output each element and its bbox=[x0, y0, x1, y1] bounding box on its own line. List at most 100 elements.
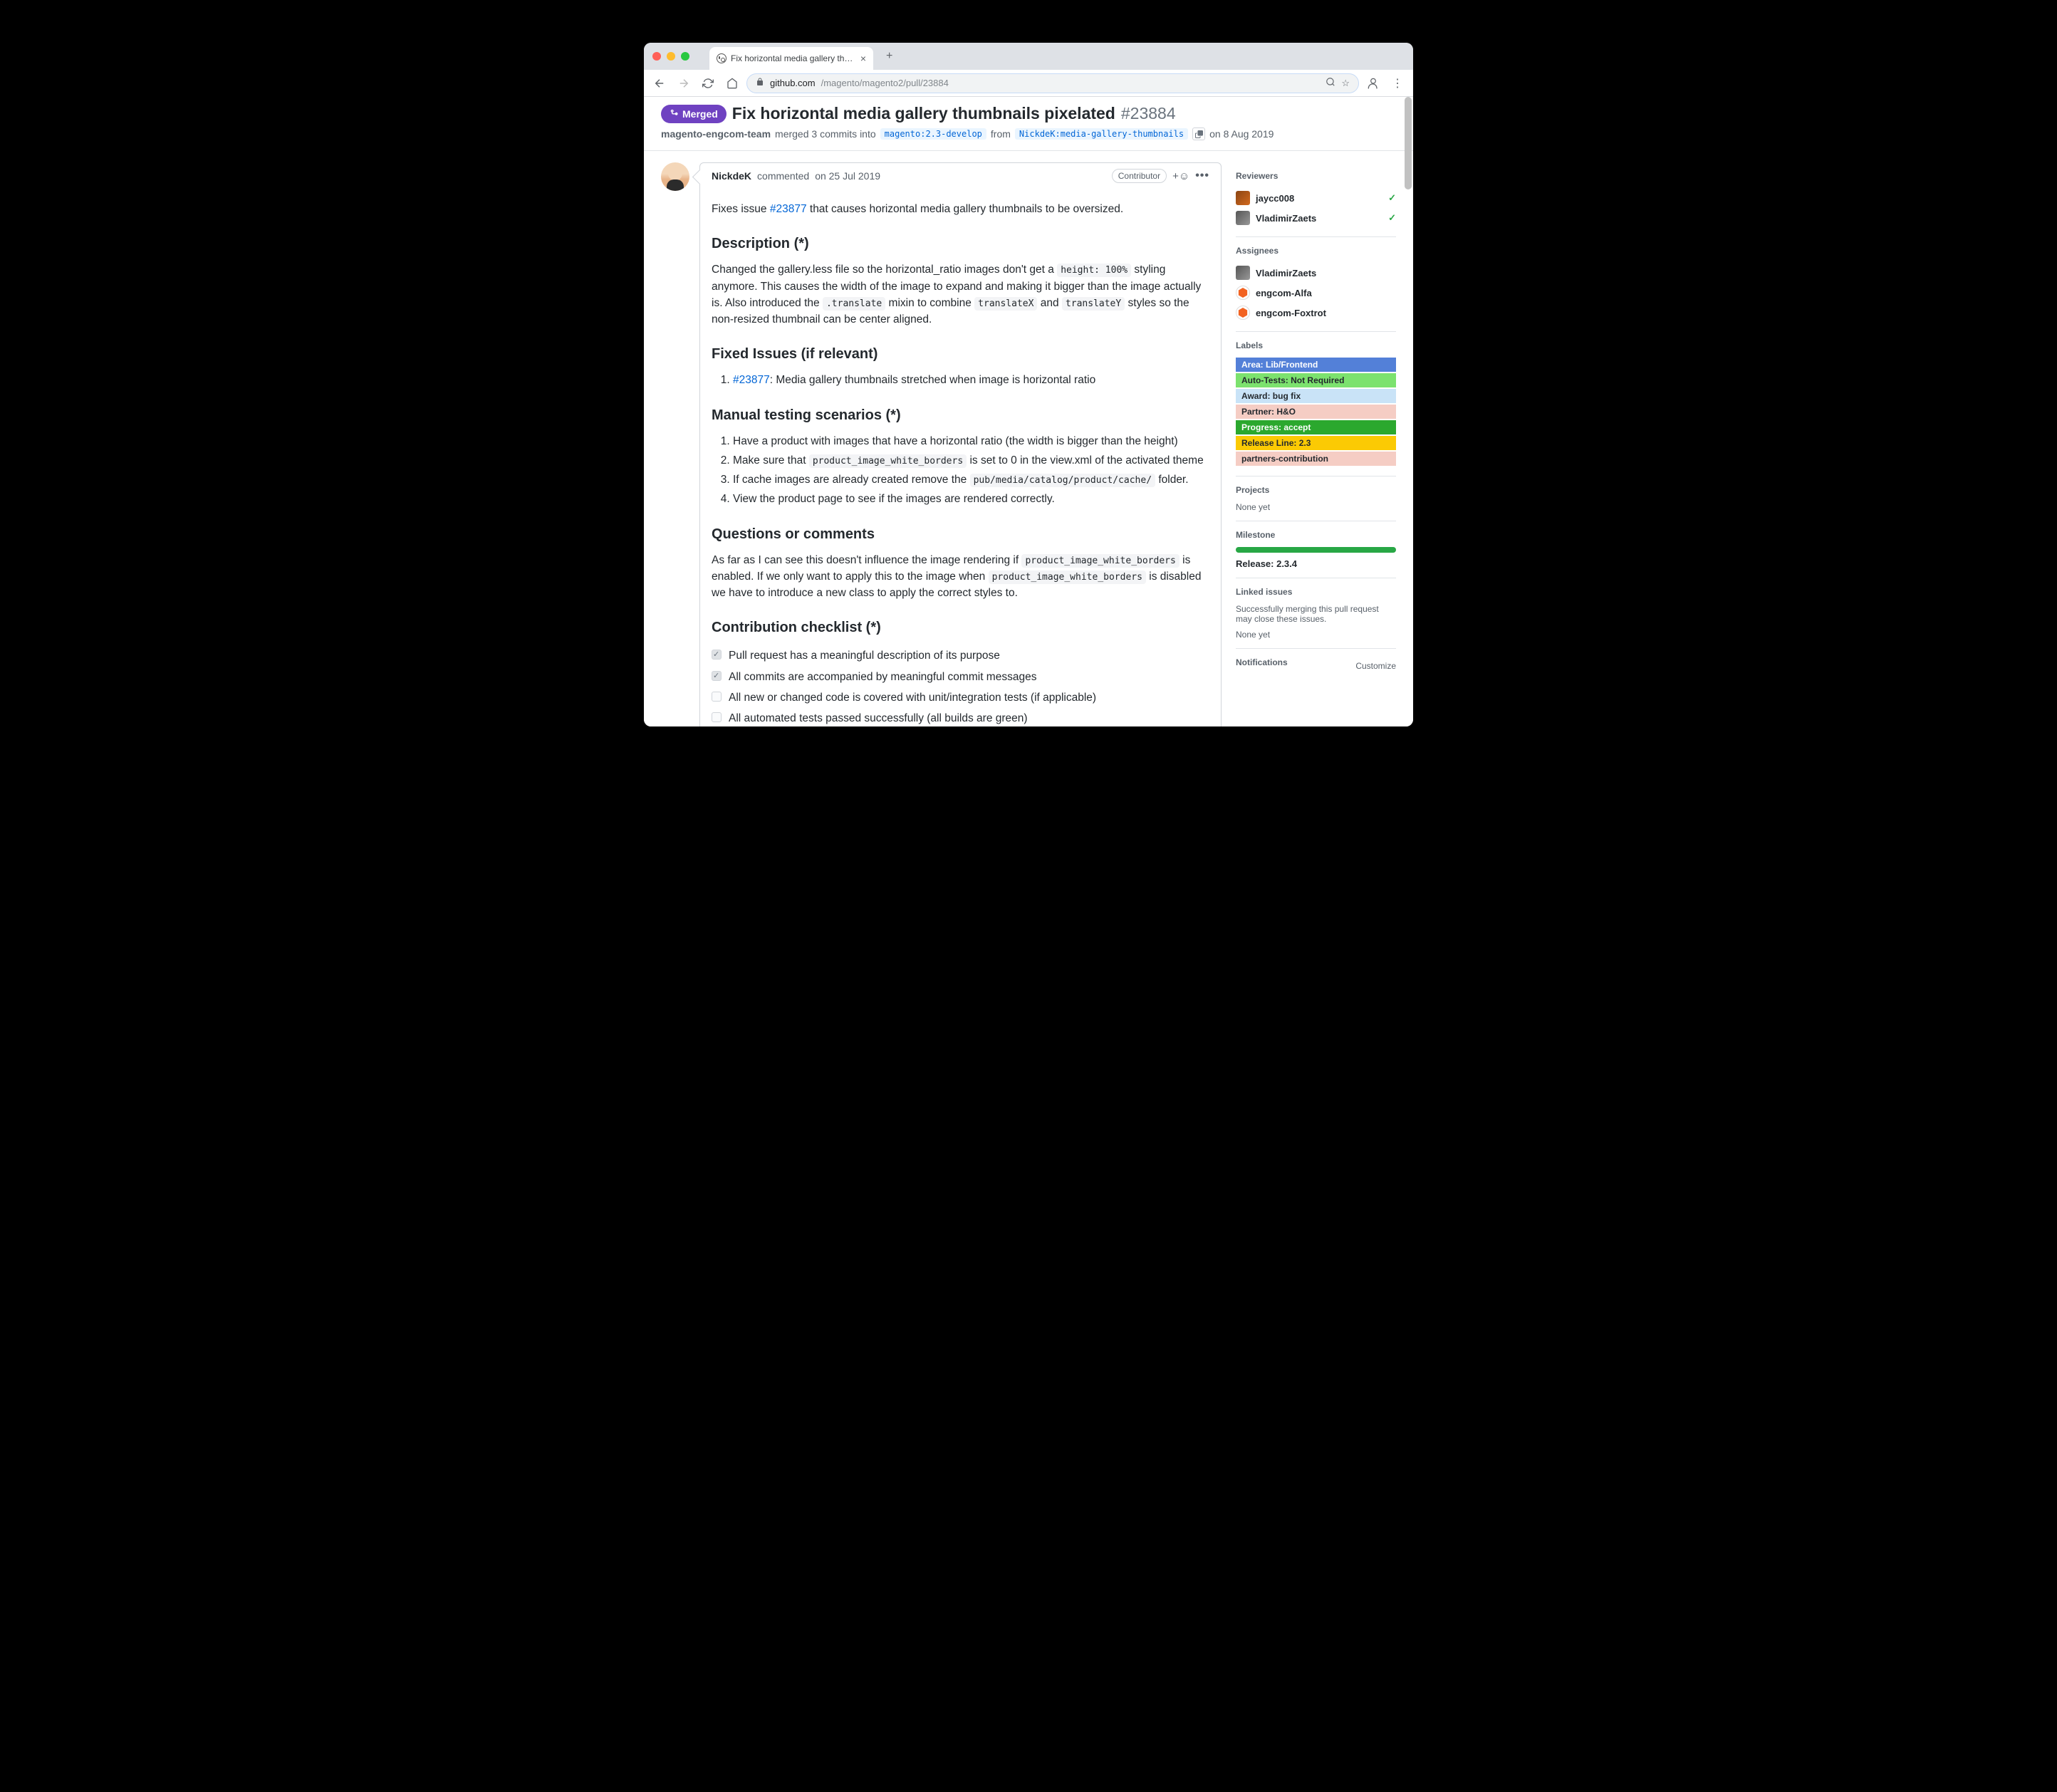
reviewers-heading: Reviewers bbox=[1236, 171, 1396, 181]
author-role-badge: Contributor bbox=[1112, 169, 1167, 183]
assignee-item[interactable]: VladimirZaets bbox=[1236, 263, 1396, 283]
checklist-heading: Contribution checklist (*) bbox=[712, 617, 1209, 638]
copy-branch-icon[interactable] bbox=[1192, 127, 1205, 140]
profile-button[interactable] bbox=[1363, 73, 1383, 93]
pr-title-text: Fix horizontal media gallery thumbnails … bbox=[732, 104, 1115, 123]
nav-back-button[interactable] bbox=[650, 73, 670, 93]
pr-state-text: Merged bbox=[682, 108, 718, 120]
linked-issues-heading: Linked issues bbox=[1236, 587, 1396, 597]
projects-heading: Projects bbox=[1236, 485, 1396, 495]
checkbox-icon[interactable] bbox=[712, 671, 722, 681]
checkbox-icon[interactable] bbox=[712, 712, 722, 722]
assignee-item[interactable]: engcom-Alfa bbox=[1236, 283, 1396, 303]
label-badge[interactable]: Award: bug fix bbox=[1236, 389, 1396, 403]
assignees-heading: Assignees bbox=[1236, 246, 1396, 256]
add-reaction-button[interactable]: +☺ bbox=[1172, 170, 1189, 182]
bot-icon bbox=[1236, 286, 1250, 300]
assignee-item[interactable]: engcom-Foxtrot bbox=[1236, 303, 1396, 323]
from-text: from bbox=[991, 128, 1011, 140]
checkbox-icon[interactable] bbox=[712, 650, 722, 660]
test-step: View the product page to see if the imag… bbox=[733, 491, 1209, 507]
customize-link[interactable]: Customize bbox=[1355, 661, 1396, 671]
test-step: If cache images are already created remo… bbox=[733, 472, 1209, 488]
reviewers-section: Reviewers jaycc008✓ VladimirZaets✓ bbox=[1236, 162, 1396, 237]
label-badge[interactable]: Area: Lib/Frontend bbox=[1236, 358, 1396, 372]
window-titlebar: Fix horizontal media gallery thumbnails … bbox=[644, 43, 1413, 70]
tab-close-icon[interactable]: × bbox=[860, 53, 866, 64]
test-step: Make sure that product_image_white_borde… bbox=[733, 452, 1209, 469]
bookmark-star-icon[interactable]: ☆ bbox=[1341, 78, 1350, 89]
milestone-section: Milestone Release: 2.3.4 bbox=[1236, 521, 1396, 578]
linked-issues-desc: Successfully merging this pull request m… bbox=[1236, 604, 1396, 624]
scrollbar-track[interactable] bbox=[1403, 97, 1413, 726]
window-close-button[interactable] bbox=[652, 52, 661, 61]
comment-author[interactable]: NickdeK bbox=[712, 170, 751, 182]
new-tab-button[interactable]: + bbox=[879, 50, 900, 63]
nav-forward-button[interactable] bbox=[674, 73, 694, 93]
scrollbar-thumb[interactable] bbox=[1405, 97, 1412, 189]
issue-link[interactable]: #23877 bbox=[770, 203, 807, 215]
description-heading: Description (*) bbox=[712, 233, 1209, 254]
projects-none: None yet bbox=[1236, 502, 1396, 512]
browser-window: Fix horizontal media gallery thumbnails … bbox=[644, 43, 1413, 726]
pr-merger[interactable]: magento-engcom-team bbox=[661, 128, 771, 140]
window-fullscreen-button[interactable] bbox=[681, 52, 689, 61]
labels-section: Labels Area: Lib/Frontend Auto-Tests: No… bbox=[1236, 332, 1396, 476]
avatar bbox=[1236, 191, 1250, 205]
lock-icon bbox=[756, 78, 764, 88]
reviewer-item[interactable]: jaycc008✓ bbox=[1236, 188, 1396, 208]
pr-merge-text: merged 3 commits into bbox=[775, 128, 876, 140]
milestone-name[interactable]: Release: 2.3.4 bbox=[1236, 558, 1396, 569]
label-badge[interactable]: partners-contribution bbox=[1236, 452, 1396, 466]
approved-check-icon: ✓ bbox=[1388, 192, 1396, 204]
pr-header: Merged Fix horizontal media gallery thum… bbox=[644, 97, 1413, 151]
author-avatar[interactable] bbox=[661, 162, 689, 191]
page-content: Merged Fix horizontal media gallery thum… bbox=[644, 97, 1413, 726]
nav-reload-button[interactable] bbox=[698, 73, 718, 93]
pr-sidebar: Reviewers jaycc008✓ VladimirZaets✓ Assig… bbox=[1236, 162, 1396, 726]
labels-heading: Labels bbox=[1236, 340, 1396, 350]
comment-menu-button[interactable]: ••• bbox=[1195, 170, 1209, 182]
fixed-issue-item: #23877: Media gallery thumbnails stretch… bbox=[733, 372, 1209, 388]
contribution-checklist: Pull request has a meaningful descriptio… bbox=[712, 645, 1209, 726]
url-host: github.com bbox=[770, 78, 816, 88]
bot-icon bbox=[1236, 306, 1250, 320]
milestone-heading: Milestone bbox=[1236, 530, 1396, 540]
pr-meta: magento-engcom-team merged 3 commits int… bbox=[661, 127, 1396, 140]
fixed-issue-link[interactable]: #23877 bbox=[733, 374, 770, 386]
label-badge[interactable]: Partner: H&O bbox=[1236, 405, 1396, 419]
browser-menu-button[interactable]: ⋮ bbox=[1387, 73, 1407, 93]
projects-section: Projects None yet bbox=[1236, 476, 1396, 521]
checkbox-icon[interactable] bbox=[712, 692, 722, 702]
nav-home-button[interactable] bbox=[722, 73, 742, 93]
questions-heading: Questions or comments bbox=[712, 523, 1209, 545]
url-path: /magento/magento2/pull/23884 bbox=[821, 78, 949, 88]
window-minimize-button[interactable] bbox=[667, 52, 675, 61]
notifications-section: Notifications Customize bbox=[1236, 649, 1396, 683]
approved-check-icon: ✓ bbox=[1388, 212, 1396, 224]
label-badge[interactable]: Release Line: 2.3 bbox=[1236, 436, 1396, 450]
address-bar[interactable]: github.com/magento/magento2/pull/23884 ☆ bbox=[746, 73, 1359, 93]
comment-action: commented bbox=[757, 170, 809, 182]
main-column: NickdeK commented on 25 Jul 2019 Contrib… bbox=[661, 162, 1222, 726]
label-badge[interactable]: Auto-Tests: Not Required bbox=[1236, 373, 1396, 387]
tab-title: Fix horizontal media gallery thumbnails … bbox=[731, 53, 856, 63]
browser-toolbar: github.com/magento/magento2/pull/23884 ☆… bbox=[644, 70, 1413, 97]
pr-state-badge: Merged bbox=[661, 105, 727, 123]
fixed-issues-heading: Fixed Issues (if relevant) bbox=[712, 343, 1209, 365]
head-branch[interactable]: NickdeK:media-gallery-thumbnails bbox=[1015, 128, 1188, 140]
browser-tab[interactable]: Fix horizontal media gallery thumbnails … bbox=[709, 47, 873, 70]
zoom-icon[interactable] bbox=[1326, 77, 1335, 89]
pr-date: on 8 Aug 2019 bbox=[1209, 128, 1274, 140]
avatar bbox=[1236, 266, 1250, 280]
pr-description-comment: NickdeK commented on 25 Jul 2019 Contrib… bbox=[699, 162, 1222, 726]
pr-number: #23884 bbox=[1121, 104, 1176, 123]
linked-issues-none: None yet bbox=[1236, 630, 1396, 640]
comment-timestamp[interactable]: on 25 Jul 2019 bbox=[815, 170, 880, 182]
checklist-item: All automated tests passed successfully … bbox=[712, 708, 1209, 726]
label-badge[interactable]: Progress: accept bbox=[1236, 420, 1396, 434]
base-branch[interactable]: magento:2.3-develop bbox=[880, 128, 986, 140]
manual-testing-heading: Manual testing scenarios (*) bbox=[712, 405, 1209, 426]
checklist-item: All new or changed code is covered with … bbox=[712, 687, 1209, 708]
reviewer-item[interactable]: VladimirZaets✓ bbox=[1236, 208, 1396, 228]
